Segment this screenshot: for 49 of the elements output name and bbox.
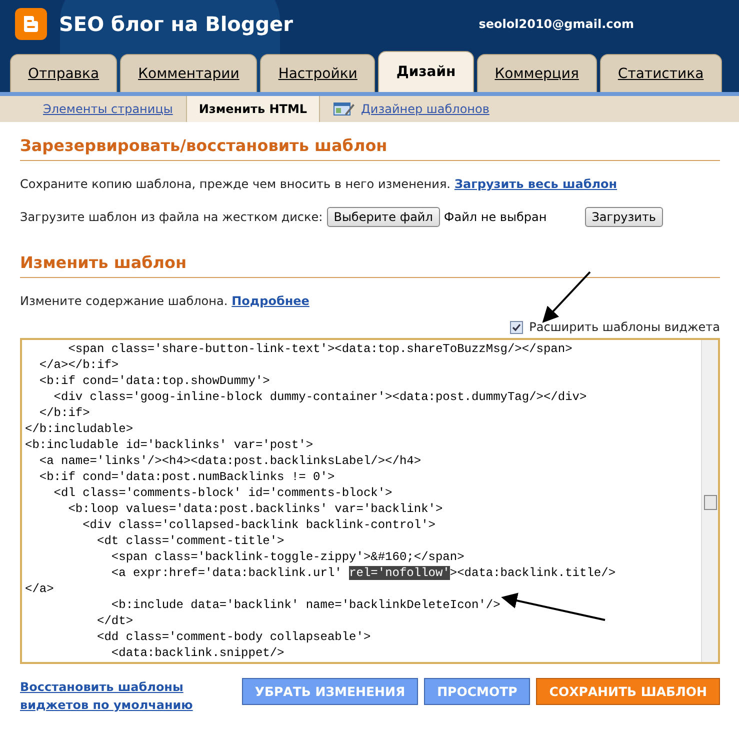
nav-tab[interactable]: Коммерция bbox=[476, 54, 597, 92]
section-heading: Изменить шаблон bbox=[20, 253, 720, 278]
nav-tab[interactable]: Дизайн bbox=[378, 51, 474, 92]
subnav-tab[interactable]: Элементы страницы bbox=[30, 96, 186, 122]
code-line: <span class='backlink-toggle-zippy'>&#160;</span> bbox=[110, 549, 464, 565]
blog-title: SEO блог на Blogger bbox=[59, 12, 293, 36]
nav-tab[interactable]: Комментарии bbox=[120, 54, 258, 92]
code-line: <b:if cond='data:post.numBacklinks != 0'> bbox=[38, 469, 335, 485]
code-line: <span class='share-button-link-text'><data:top.shareToBuzzMsg/></span> bbox=[67, 341, 572, 357]
code-line: <b:includable id='backlinks' var='post'> bbox=[25, 437, 314, 453]
code-line: <b:if cond='data:top.showDummy'> bbox=[38, 373, 270, 389]
upload-button[interactable]: Загрузить bbox=[584, 207, 663, 227]
code-line: <dd class='comment-body collapseable'> bbox=[96, 629, 371, 645]
code-line: <div class='goog-inline-block dummy-container'><data:post.dummyTag/></div> bbox=[52, 389, 587, 405]
code-line: </dt> bbox=[96, 613, 134, 629]
scrollbar[interactable] bbox=[701, 340, 718, 662]
code-editor[interactable] bbox=[20, 338, 720, 664]
nav-tab[interactable]: Отправка bbox=[10, 54, 118, 92]
code-line: </b:if> bbox=[38, 405, 90, 421]
code-line: <data:backlink.snippet/> bbox=[110, 645, 284, 661]
code-line: </a> bbox=[25, 581, 54, 597]
nav-tab[interactable]: Настройки bbox=[260, 54, 376, 92]
code-line: <dt class='comment-title'> bbox=[96, 533, 284, 549]
expand-label: Расширить шаблоны виджета bbox=[529, 320, 720, 334]
file-status: Файл не выбран bbox=[444, 210, 547, 224]
code-line: <dl class='comments-block' id='comments-block'> bbox=[52, 485, 392, 501]
code-line: </a></b:if> bbox=[38, 357, 119, 373]
code-line: <b:loop values='data:post.backlinks' var='backlink'> bbox=[67, 501, 443, 517]
section-heading: Зарезервировать/восстановить шаблон bbox=[20, 136, 720, 161]
code-line: <a name='links'/><h4><data:post.backlinksLabel/></h4> bbox=[38, 453, 422, 469]
nav-tab[interactable]: Статистика bbox=[600, 54, 722, 92]
code-line: <div class='collapsed-backlink backlink-control'> bbox=[82, 517, 436, 533]
choose-file-button[interactable]: Выберите файл bbox=[326, 207, 440, 227]
download-template-link[interactable]: Загрузить весь шаблон bbox=[454, 177, 618, 191]
designer-icon bbox=[333, 101, 356, 117]
account-email: seolol2010@gmail.com bbox=[478, 17, 634, 31]
code-line: <a expr:href='data:backlink.url' rel='nofollow'><data:backlink.title/> bbox=[110, 565, 616, 581]
upload-label: Загрузите шаблон из файла на жестком диске: bbox=[20, 210, 323, 224]
more-info-link[interactable]: Подробнее bbox=[232, 294, 310, 308]
code-line: <b:include data='backlink' name='backlinkDeleteIcon'/> bbox=[110, 597, 500, 613]
subnav-tab[interactable]: Дизайнер шаблонов bbox=[320, 96, 502, 122]
subnav-tab[interactable]: Изменить HTML bbox=[186, 96, 320, 122]
expand-checkbox[interactable] bbox=[510, 320, 524, 334]
annotation-arrow bbox=[542, 271, 591, 323]
backup-description: Сохраните копию шаблона, прежде чем вносить в него изменения. bbox=[20, 177, 450, 191]
edit-description: Измените содержание шаблона. bbox=[20, 294, 228, 308]
logo-icon bbox=[15, 8, 47, 40]
code-line: </b:includable> bbox=[25, 421, 134, 437]
restore-defaults-link[interactable]: Восстановить шаблоны виджетов по умолчанию bbox=[20, 678, 234, 714]
